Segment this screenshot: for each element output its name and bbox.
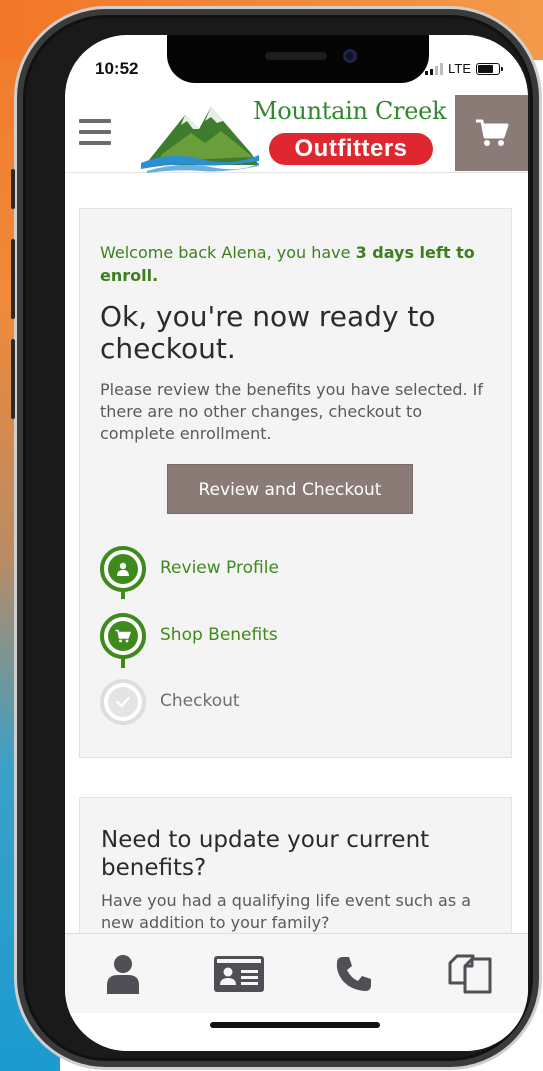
phone-screen: 10:52 LTE Mountain Creek Outfitters Welc… <box>65 35 528 1051</box>
volume-up-button <box>11 239 15 319</box>
brand-subtitle-badge: Outfitters <box>269 133 433 165</box>
profile-icon <box>106 954 139 994</box>
brand-name: Mountain Creek <box>253 97 447 125</box>
id-card-icon <box>213 955 264 992</box>
front-camera <box>343 49 357 63</box>
speaker-grille <box>265 52 327 60</box>
signal-icon <box>425 62 444 75</box>
documents-icon <box>448 954 492 993</box>
cart-icon <box>475 119 508 146</box>
status-indicators: LTE <box>425 61 503 76</box>
hamburger-icon[interactable] <box>79 119 111 145</box>
review-and-checkout-button[interactable]: Review and Checkout <box>167 464 413 514</box>
welcome-message: Welcome back Alena, you have 3 days left… <box>100 241 495 287</box>
tab-documents[interactable] <box>442 946 498 1002</box>
step-indicator <box>100 613 146 659</box>
status-time: 10:52 <box>95 59 139 78</box>
home-indicator[interactable] <box>210 1022 380 1028</box>
battery-icon <box>476 62 503 75</box>
step-checkout[interactable]: Checkout <box>100 679 500 727</box>
step-shop-benefits[interactable]: Shop Benefits <box>100 613 500 661</box>
update-benefits-title: Need to update your current benefits? <box>101 827 430 881</box>
tab-profile[interactable] <box>95 946 151 1002</box>
tab-id-card[interactable] <box>211 946 267 1002</box>
step-indicator <box>100 546 146 592</box>
home-indicator-area <box>65 1013 528 1051</box>
bottom-tab-bar <box>65 933 528 1013</box>
mute-switch <box>11 169 15 209</box>
check-icon <box>116 696 130 708</box>
cart-button[interactable] <box>455 95 528 171</box>
phone-icon <box>337 956 372 991</box>
mountain-logo-icon <box>141 107 259 173</box>
user-icon <box>117 562 129 576</box>
step-label: Shop Benefits <box>160 625 278 645</box>
step-indicator <box>100 679 146 725</box>
phone-frame: 10:52 LTE Mountain Creek Outfitters Welc… <box>11 6 542 1070</box>
welcome-prefix: Welcome back Alena, you have <box>100 243 356 262</box>
update-benefits-text: Have you had a qualifying life event suc… <box>101 891 472 932</box>
step-review-profile[interactable]: Review Profile <box>100 546 500 594</box>
app-header: Mountain Creek Outfitters <box>65 95 528 173</box>
enrollment-card: Welcome back Alena, you have 3 days left… <box>79 208 512 758</box>
volume-down-button <box>11 339 15 419</box>
notch <box>167 35 429 83</box>
instructions-text: Please review the benefits you have sele… <box>100 380 483 443</box>
cart-icon <box>115 629 131 643</box>
network-label: LTE <box>448 61 471 76</box>
page-title: Ok, you're now ready to checkout. <box>100 300 436 365</box>
step-label: Review Profile <box>160 558 279 578</box>
tab-phone[interactable] <box>326 946 382 1002</box>
step-label: Checkout <box>160 691 240 711</box>
